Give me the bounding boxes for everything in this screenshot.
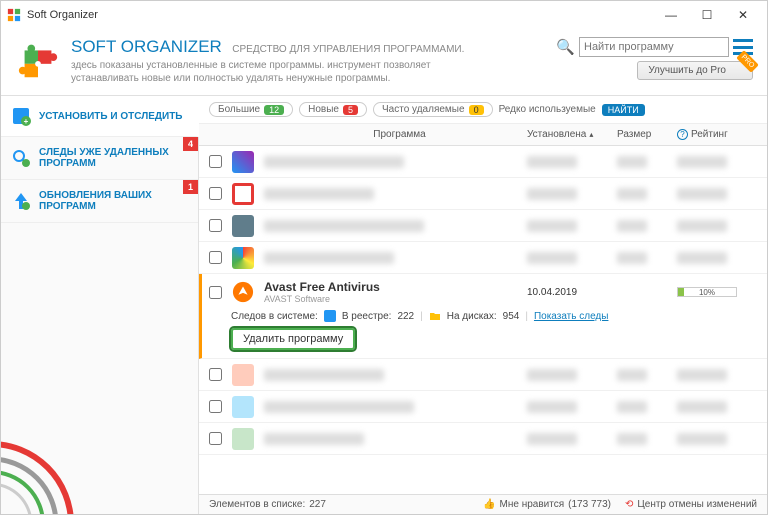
filter-big[interactable]: Большие12 [209,102,293,117]
sort-arrow-icon: ▴ [589,130,593,139]
selected-app-name: Avast Free Antivirus [264,280,527,294]
maximize-button[interactable]: ☐ [689,3,725,27]
puzzle-icon [15,37,61,83]
program-list: Avast Free Antivirus AVAST Software 10.0… [199,146,767,494]
table-row[interactable] [199,391,767,423]
help-icon: ? [677,129,688,140]
app-icon [232,151,254,173]
close-button[interactable]: ✕ [725,3,761,27]
install-icon: + [11,106,31,126]
sidebar-item-updates[interactable]: ОБНОВЛЕНИЯ ВАШИХ ПРОГРАММ 1 [1,180,198,223]
column-size[interactable]: Размер [617,129,677,140]
sidebar-item-label: ОБНОВЛЕНИЯ ВАШИХ ПРОГРАММ [39,190,188,212]
find-button[interactable]: НАЙТИ [602,104,645,116]
app-icon [232,396,254,418]
svg-text:+: + [24,117,29,126]
sidebar: + УСТАНОВИТЬ И ОТСЛЕДИТЬ СЛЕДЫ УЖЕ УДАЛЕ… [1,96,199,514]
disk-count: 954 [503,311,520,322]
row-checkbox[interactable] [209,432,222,445]
row-checkbox[interactable] [209,368,222,381]
traces-icon [11,148,31,168]
app-icon [232,428,254,450]
app-title: SOFT ORGANIZER [71,37,222,56]
sidebar-item-label: СЛЕДЫ УЖЕ УДАЛЕННЫХ ПРОГРАММ [39,147,188,169]
decorative-arcs [1,414,111,514]
filter-new[interactable]: Новые5 [299,102,367,117]
undo-center-button[interactable]: ⟲ Центр отмены изменений [625,499,757,510]
row-checkbox[interactable] [209,219,222,232]
app-subtitle: СРЕДСТВО ДЛЯ УПРАВЛЕНИЯ ПРОГРАММАМИ. [232,44,464,55]
app-icon [232,183,254,205]
sidebar-badge: 1 [183,180,198,194]
search-icon: 🔍 [556,38,575,56]
filter-often-removed[interactable]: Часто удаляемые0 [373,102,493,117]
row-checkbox[interactable] [209,187,222,200]
app-icon [232,364,254,386]
row-checkbox[interactable] [209,155,222,168]
selected-install-date: 10.04.2019 [527,287,617,298]
registry-count: 222 [397,311,414,322]
table-row[interactable] [199,178,767,210]
like-button[interactable]: 👍 Мне нравится (173 773) [483,499,611,510]
avast-icon [232,281,254,303]
table-row[interactable] [199,242,767,274]
thumbs-up-icon: 👍 [483,499,495,510]
app-logo-icon [7,8,21,22]
disk-icon [429,310,441,322]
titlebar: Soft Organizer — ☐ ✕ [1,1,767,29]
table-row-selected[interactable]: Avast Free Antivirus AVAST Software 10.0… [199,274,767,359]
traces-label: Следов в системе: [231,311,318,322]
column-rating[interactable]: ?Рейтинг [677,129,757,140]
app-description: здесь показаны установленные в системе п… [71,59,491,85]
app-icon [232,247,254,269]
selected-app-vendor: AVAST Software [264,294,527,304]
rating-bar: 10% [677,287,737,297]
sidebar-item-traces[interactable]: СЛЕДЫ УЖЕ УДАЛЕННЫХ ПРОГРАММ 4 [1,137,198,180]
table-row[interactable] [199,210,767,242]
header: SOFT ORGANIZER СРЕДСТВО ДЛЯ УПРАВЛЕНИЯ П… [1,29,767,96]
sidebar-badge: 4 [183,137,198,151]
filter-bar: Большие12 Новые5 Часто удаляемые0 Редко … [199,96,767,123]
upgrade-pro-button[interactable]: Улучшить до Pro PRO [637,61,753,80]
window-title: Soft Organizer [27,9,653,21]
minimize-button[interactable]: — [653,3,689,27]
uninstall-button[interactable]: Удалить программу [231,328,355,350]
upgrade-pro-label: Улучшить до Pro [648,65,726,76]
table-row[interactable] [199,423,767,455]
table-row[interactable] [199,359,767,391]
sidebar-item-install-track[interactable]: + УСТАНОВИТЬ И ОТСЛЕДИТЬ [1,96,199,137]
selected-details: Следов в системе: В реестре: 222 | На ди… [231,310,757,322]
show-traces-link[interactable]: Показать следы [534,311,609,322]
column-program[interactable]: Программа [272,129,527,140]
table-row[interactable] [199,146,767,178]
item-count: Элементов в списке: 227 [209,499,326,510]
registry-icon [324,310,336,322]
filter-rarely-used[interactable]: Редко используемые [499,104,596,115]
status-bar: Элементов в списке: 227 👍 Мне нравится (… [199,494,767,514]
pro-badge: PRO [736,50,759,73]
search-input[interactable] [579,37,729,57]
updates-icon [11,191,31,211]
row-checkbox[interactable] [209,286,222,299]
table-header: Программа Установлена▴ Размер ?Рейтинг [199,123,767,146]
row-checkbox[interactable] [209,400,222,413]
column-installed[interactable]: Установлена▴ [527,129,617,140]
main-panel: Большие12 Новые5 Часто удаляемые0 Редко … [199,96,767,514]
undo-icon: ⟲ [625,499,633,510]
row-checkbox[interactable] [209,251,222,264]
app-icon [232,215,254,237]
sidebar-item-label: УСТАНОВИТЬ И ОТСЛЕДИТЬ [39,111,183,122]
